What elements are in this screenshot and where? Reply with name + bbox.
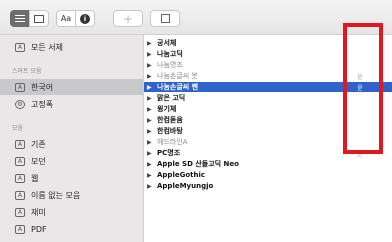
disclosure-triangle-icon[interactable]: ▶	[147, 106, 157, 113]
font-name: 한컴바탕	[157, 127, 183, 135]
disclosure-triangle-icon[interactable]: ▶	[147, 128, 157, 135]
disclosure-triangle-icon[interactable]: ▶	[147, 161, 157, 168]
font-icon: A	[15, 82, 25, 92]
duplicate-column-highlight-box	[343, 23, 383, 154]
font-row[interactable]: ▶ Apple SD 산돌고딕 Neo	[144, 159, 392, 169]
info-button[interactable]: i	[75, 10, 95, 27]
square-icon	[160, 14, 170, 23]
font-icon: A	[15, 173, 25, 183]
font-size-button[interactable]: Aa	[56, 10, 76, 27]
font-icon: A	[15, 42, 25, 52]
disclosure-triangle-icon[interactable]: ▶	[147, 183, 157, 190]
font-name: 궁서체	[157, 39, 177, 47]
sidebar-item-label: 한국어	[31, 82, 54, 92]
list-icon	[15, 15, 25, 22]
gear-icon: ⚙	[15, 99, 25, 109]
disclosure-triangle-icon[interactable]: ▶	[147, 117, 157, 124]
disclosure-triangle-icon[interactable]: ▶	[147, 95, 157, 102]
sidebar-item-korean[interactable]: A 한국어	[0, 79, 143, 95]
disclosure-triangle-icon[interactable]: ▶	[147, 84, 157, 91]
list-view-button[interactable]	[10, 10, 30, 27]
sidebar-item-label: 기존	[31, 139, 46, 149]
font-name: 윙기체	[157, 105, 177, 113]
sidebar-item-label: 재미	[31, 207, 46, 217]
font-name: PC명조	[157, 149, 181, 157]
sidebar-item-fun[interactable]: A 재미	[0, 204, 143, 220]
sidebar: A 모든 서체 스마트 모음 A 한국어 ⚙ 고정폭 모음 A 기존 A 모던 …	[0, 35, 144, 242]
sidebar-item-label: 모든 서체	[31, 42, 63, 52]
font-name: AppleMyungjo	[157, 182, 214, 190]
font-name: 나눔고딕	[157, 50, 183, 58]
font-icon: A	[15, 139, 25, 149]
font-name: AppleGothic	[157, 171, 206, 179]
font-name: 나눔명조	[157, 61, 183, 69]
sidebar-item-web[interactable]: A 웹	[0, 170, 143, 186]
add-font-button[interactable]: +	[113, 10, 143, 27]
toolbar: Aa i +	[0, 0, 392, 35]
font-row[interactable]: ▶ AppleMyungjo	[144, 181, 392, 191]
font-name: 헤드라인A	[157, 138, 188, 146]
columns-icon	[34, 14, 44, 23]
disclosure-triangle-icon[interactable]: ▶	[147, 40, 157, 47]
sidebar-item-all-fonts[interactable]: A 모든 서체	[0, 39, 143, 55]
font-book-window: Aa i + A 모든 서체 스마트 모음 A 한국어 ⚙ 고정폭 모음 A 기…	[0, 0, 392, 242]
disclosure-triangle-icon[interactable]: ▶	[147, 172, 157, 179]
font-icon: A	[15, 190, 25, 200]
sidebar-item-monospace[interactable]: ⚙ 고정폭	[0, 96, 143, 112]
disclosure-triangle-icon[interactable]: ▶	[147, 73, 157, 80]
smart-collections-header: 스마트 모음	[12, 68, 42, 75]
sidebar-item-pdf[interactable]: A PDF	[0, 221, 143, 237]
column-view-button[interactable]	[29, 10, 49, 27]
sidebar-item-label: PDF	[31, 224, 47, 234]
font-name: Apple SD 산돌고딕 Neo	[157, 160, 239, 168]
info-icon: i	[80, 13, 90, 24]
font-name: 한컴돋움	[157, 116, 183, 124]
sidebar-item-classic[interactable]: A 기존	[0, 136, 143, 152]
sidebar-item-label: 모던	[31, 156, 46, 166]
disclosure-triangle-icon[interactable]: ▶	[147, 62, 157, 69]
sidebar-item-modern[interactable]: A 모던	[0, 153, 143, 169]
disclosure-triangle-icon[interactable]: ▶	[147, 150, 157, 157]
disclosure-triangle-icon[interactable]: ▶	[147, 139, 157, 146]
sidebar-item-label: 고정폭	[31, 99, 54, 109]
font-name: 나눔손글씨 붓	[157, 72, 198, 80]
sidebar-item-label: 이름 없는 모음	[31, 190, 81, 200]
font-name: 나눔손글씨 펜	[157, 83, 199, 91]
collections-header: 모음	[12, 125, 24, 132]
font-name: 맑은 고딕	[157, 94, 186, 102]
font-row[interactable]: ▶ AppleGothic	[144, 170, 392, 180]
font-icon: A	[15, 207, 25, 217]
sidebar-item-untitled[interactable]: A 이름 없는 모음	[0, 187, 143, 203]
font-icon: A	[15, 156, 25, 166]
disclosure-triangle-icon[interactable]: ▶	[147, 51, 157, 58]
validate-button[interactable]	[150, 10, 180, 27]
font-icon: A	[15, 224, 25, 234]
sidebar-item-label: 웹	[31, 173, 39, 183]
